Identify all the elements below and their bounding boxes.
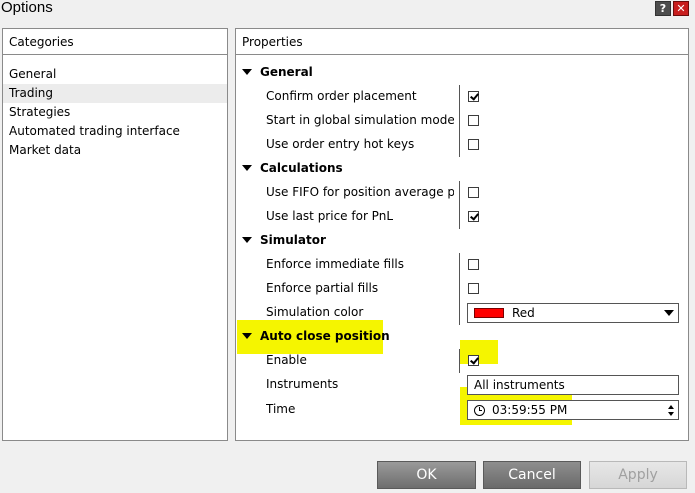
property-time: Time 03:59:55 PM xyxy=(236,398,688,422)
column-divider xyxy=(459,109,460,133)
property-enforce-partial-fills: Enforce partial fills xyxy=(236,277,688,301)
properties-panel: Properties General Confirm order placeme… xyxy=(235,28,689,441)
categories-header: Categories xyxy=(3,29,227,55)
group-simulator[interactable]: Simulator xyxy=(236,229,688,253)
help-button[interactable]: ? xyxy=(655,1,671,16)
property-label: Confirm order placement xyxy=(266,89,417,103)
property-use-fifo: Use FIFO for position average p... xyxy=(236,181,688,205)
hot-keys-checkbox[interactable] xyxy=(468,139,479,150)
collapse-arrow-icon[interactable] xyxy=(242,165,252,171)
column-divider xyxy=(459,181,460,205)
property-confirm-order-placement: Confirm order placement xyxy=(236,85,688,109)
spin-down-icon[interactable] xyxy=(668,412,674,416)
group-calculations[interactable]: Calculations xyxy=(236,157,688,181)
category-strategies[interactable]: Strategies xyxy=(3,103,227,122)
property-label: Time xyxy=(266,402,296,416)
property-start-global-simulation: Start in global simulation mode xyxy=(236,109,688,133)
apply-button[interactable]: Apply xyxy=(589,461,687,489)
category-trading[interactable]: Trading xyxy=(3,84,227,103)
time-picker[interactable]: 03:59:55 PM xyxy=(467,400,679,420)
property-label: Use order entry hot keys xyxy=(266,137,415,151)
color-swatch xyxy=(474,308,504,318)
categories-panel: Categories General Trading Strategies Au… xyxy=(2,28,228,441)
group-label: Simulator xyxy=(260,233,326,247)
enforce-partial-fills-checkbox[interactable] xyxy=(468,283,479,294)
column-divider xyxy=(459,85,460,109)
auto-close-enable-checkbox[interactable] xyxy=(468,355,479,366)
property-simulation-color: Simulation color Red xyxy=(236,301,688,325)
confirm-order-checkbox[interactable] xyxy=(468,91,479,102)
time-value: 03:59:55 PM xyxy=(492,403,568,417)
instruments-value: All instruments xyxy=(474,378,565,392)
use-fifo-checkbox[interactable] xyxy=(468,187,479,198)
property-label: Instruments xyxy=(266,377,339,391)
spin-up-icon[interactable] xyxy=(668,405,674,409)
column-divider xyxy=(459,205,460,229)
title-bar: Options ? ✕ xyxy=(0,0,695,18)
category-market-data[interactable]: Market data xyxy=(3,141,227,160)
property-label: Enforce partial fills xyxy=(266,281,379,295)
group-label: Calculations xyxy=(260,161,343,175)
property-use-order-entry-hot-keys: Use order entry hot keys xyxy=(236,133,688,157)
clock-icon xyxy=(474,405,485,416)
column-divider xyxy=(459,133,460,157)
category-automated-trading-interface[interactable]: Automated trading interface xyxy=(3,122,227,141)
simulation-color-dropdown[interactable]: Red xyxy=(467,303,679,323)
property-use-last-price: Use last price for PnL xyxy=(236,205,688,229)
group-label: Auto close position xyxy=(260,329,390,343)
categories-list: General Trading Strategies Automated tra… xyxy=(3,65,227,160)
property-label: Enforce immediate fills xyxy=(266,257,404,271)
collapse-arrow-icon[interactable] xyxy=(242,69,252,75)
property-label: Enable xyxy=(266,353,307,367)
property-label: Use FIFO for position average p... xyxy=(266,185,454,199)
property-label: Use last price for PnL xyxy=(266,209,394,223)
group-label: General xyxy=(260,65,313,79)
enforce-immediate-fills-checkbox[interactable] xyxy=(468,259,479,270)
simulation-color-value: Red xyxy=(512,306,535,320)
column-divider xyxy=(459,277,460,301)
group-auto-close-position[interactable]: Auto close position xyxy=(236,325,688,349)
chevron-down-icon[interactable] xyxy=(664,310,674,316)
collapse-arrow-icon[interactable] xyxy=(242,333,252,339)
properties-header: Properties xyxy=(236,29,688,55)
column-divider xyxy=(459,349,460,373)
use-last-price-checkbox[interactable] xyxy=(468,211,479,222)
column-divider xyxy=(459,253,460,277)
property-instruments: Instruments All instruments xyxy=(236,373,688,397)
category-general[interactable]: General xyxy=(3,65,227,84)
start-global-simulation-checkbox[interactable] xyxy=(468,115,479,126)
cancel-button[interactable]: Cancel xyxy=(483,461,581,489)
window-title: Options xyxy=(1,0,53,16)
collapse-arrow-icon[interactable] xyxy=(242,237,252,243)
ok-button[interactable]: OK xyxy=(377,461,476,489)
instruments-field[interactable]: All instruments xyxy=(467,375,679,395)
property-enforce-immediate-fills: Enforce immediate fills xyxy=(236,253,688,277)
close-button[interactable]: ✕ xyxy=(673,1,689,16)
group-general[interactable]: General xyxy=(236,61,688,85)
property-enable: Enable xyxy=(236,349,688,373)
column-divider xyxy=(459,301,460,325)
property-label: Start in global simulation mode xyxy=(266,113,454,127)
property-label: Simulation color xyxy=(266,305,364,319)
